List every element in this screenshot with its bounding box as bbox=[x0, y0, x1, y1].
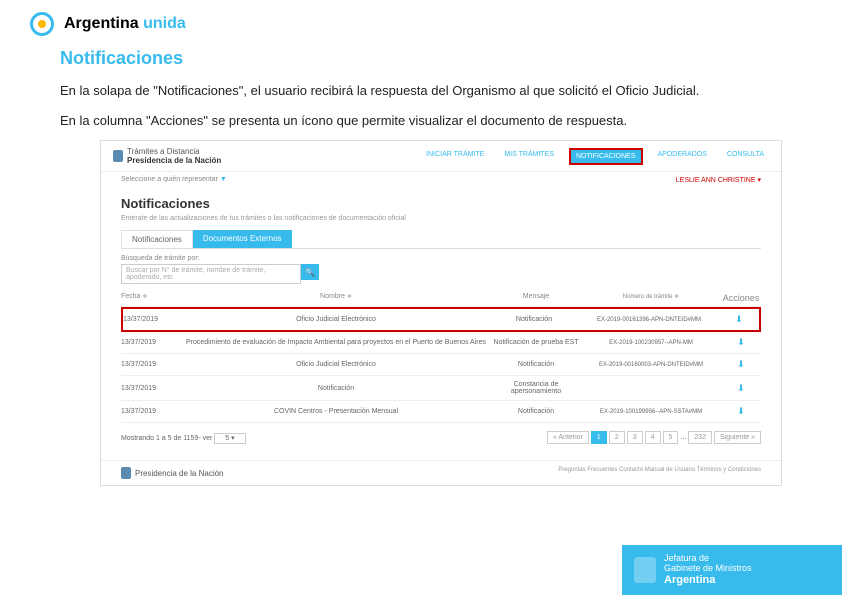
logo-icon bbox=[30, 12, 54, 36]
download-icon[interactable]: ⬇ bbox=[721, 383, 761, 394]
description-2: En la columna "Acciones" se presenta un … bbox=[60, 111, 782, 131]
download-icon[interactable]: ⬇ bbox=[721, 337, 761, 348]
shield-icon bbox=[634, 557, 656, 583]
page-4[interactable]: 4 bbox=[645, 431, 661, 444]
description-1: En la solapa de "Notificaciones", el usu… bbox=[60, 81, 782, 101]
download-icon[interactable]: ⬇ bbox=[721, 406, 761, 417]
nav-iniciar[interactable]: INICIAR TRÁMITE bbox=[421, 148, 489, 165]
ss-subtitle: Enterate de las actualizaciones de tus t… bbox=[121, 215, 761, 222]
chevron-down-icon[interactable]: ▾ bbox=[757, 177, 761, 184]
search-button[interactable]: 🔍 bbox=[301, 264, 319, 280]
page-footer: Jefatura de Gabinete de Ministros Argent… bbox=[622, 545, 842, 595]
next-button[interactable]: Siguiente » bbox=[714, 431, 761, 444]
nav-mis-tramites[interactable]: MIS TRÁMITES bbox=[499, 148, 559, 165]
ss-brand: Trámites a Distancia Presidencia de la N… bbox=[113, 147, 221, 165]
download-icon[interactable]: ⬇ bbox=[719, 314, 759, 325]
ss-pagination: Mostrando 1 a 5 de 1159- ver 5 ▾ « Anter… bbox=[121, 423, 761, 452]
nav-consulta[interactable]: CONSULTA bbox=[722, 148, 769, 165]
shield-icon bbox=[121, 467, 131, 479]
section-title: Notificaciones bbox=[60, 48, 782, 69]
chevron-down-icon[interactable]: ▼ bbox=[220, 176, 226, 182]
content-area: Notificaciones En la solapa de "Notifica… bbox=[0, 48, 842, 130]
table-row: 13/37/2019NotificaciónConstancia de aper… bbox=[121, 376, 761, 401]
shield-icon bbox=[113, 150, 123, 162]
tab-documentos[interactable]: Documentos Externos bbox=[193, 230, 292, 248]
tab-notificaciones[interactable]: Notificaciones bbox=[121, 230, 193, 248]
ss-tabs: Notificaciones Documentos Externos bbox=[121, 230, 761, 249]
nav-notificaciones[interactable]: NOTIFICACIONES bbox=[569, 148, 643, 165]
ss-topbar: Trámites a Distancia Presidencia de la N… bbox=[101, 141, 781, 172]
sort-icon[interactable]: ≑ bbox=[674, 294, 679, 300]
nav-apoderados[interactable]: APODERADOS bbox=[653, 148, 712, 165]
page-3[interactable]: 3 bbox=[627, 431, 643, 444]
embedded-screenshot: Trámites a Distancia Presidencia de la N… bbox=[100, 140, 782, 486]
table-row: 13/37/2019COVIN Centros - Presentación M… bbox=[121, 401, 761, 423]
sort-icon[interactable]: ≑ bbox=[142, 294, 147, 300]
table-row: 13/37/2019Oficio Judicial ElectrónicoNot… bbox=[121, 307, 761, 332]
page-5[interactable]: 5 bbox=[663, 431, 679, 444]
ss-table: Fecha ≑ Nombre ≑ Mensaje Número de trámi… bbox=[121, 290, 761, 423]
table-row: 13/37/2019Oficio Judicial ElectrónicoNot… bbox=[121, 354, 761, 376]
page-last[interactable]: 232 bbox=[688, 431, 712, 444]
brand-text: Argentina unida bbox=[64, 15, 186, 33]
ss-main-title: Notificaciones bbox=[121, 196, 761, 211]
ss-username[interactable]: LESLIE ANN CHRISTINE bbox=[676, 177, 756, 184]
ss-user-row: Seleccione a quién representar ▼ LESLIE … bbox=[101, 172, 781, 188]
ss-footer: Presidencia de la Nación Preguntas Frecu… bbox=[101, 460, 781, 485]
search-input[interactable]: Buscar por N° de trámite, nombre de trám… bbox=[121, 264, 301, 284]
table-header: Fecha ≑ Nombre ≑ Mensaje Número de trámi… bbox=[121, 290, 761, 307]
download-icon[interactable]: ⬇ bbox=[721, 359, 761, 370]
per-page-select[interactable]: 5 ▾ bbox=[214, 433, 245, 444]
ss-nav: INICIAR TRÁMITE MIS TRÁMITES NOTIFICACIO… bbox=[421, 148, 769, 165]
table-row: 13/37/2019Procedimiento de evaluación de… bbox=[121, 332, 761, 354]
search-label: Búsqueda de trámite por: bbox=[121, 255, 761, 262]
prev-button[interactable]: « Anterior bbox=[547, 431, 589, 444]
page-2[interactable]: 2 bbox=[609, 431, 625, 444]
page-1[interactable]: 1 bbox=[591, 431, 607, 444]
sort-icon[interactable]: ≑ bbox=[347, 294, 352, 300]
page-header: Argentina unida bbox=[0, 0, 842, 48]
